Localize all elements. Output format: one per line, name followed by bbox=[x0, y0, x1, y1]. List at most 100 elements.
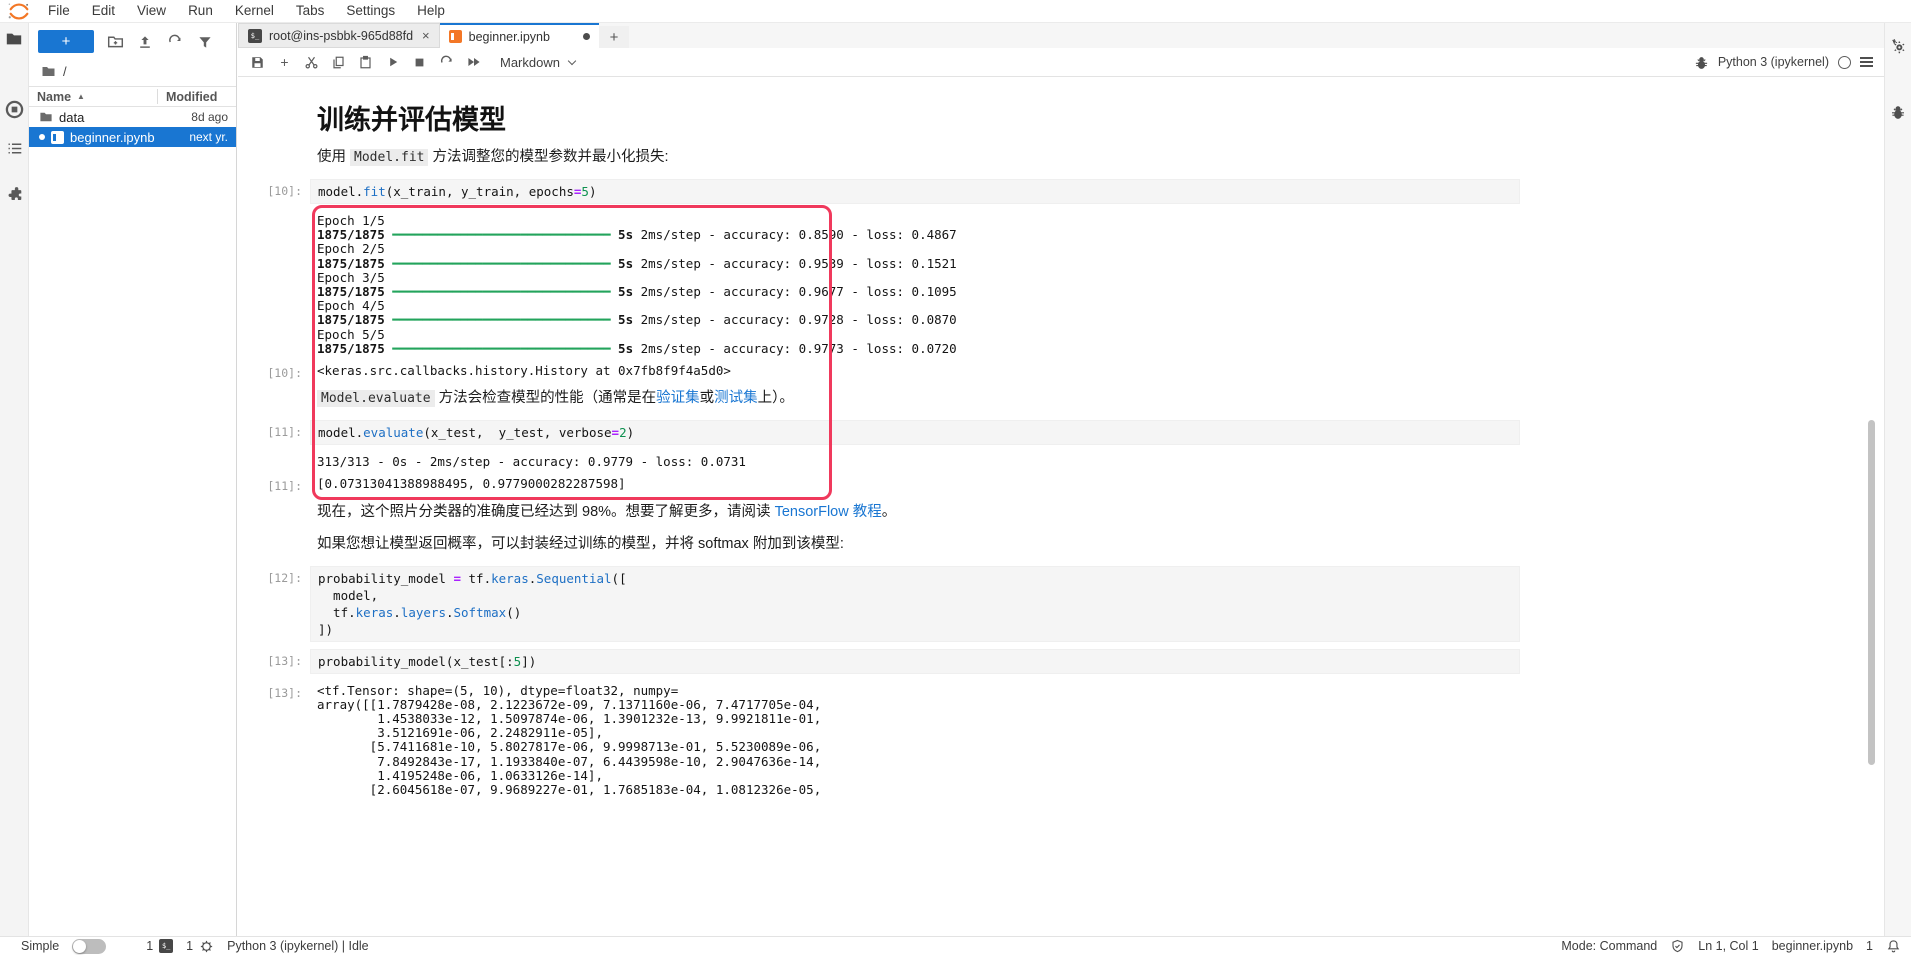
tab-terminal[interactable]: $_ root@ins-psbbk-965d88fd × bbox=[238, 23, 440, 48]
text-run bbox=[611, 284, 619, 299]
stop-kernel-icon[interactable] bbox=[407, 50, 432, 74]
simple-mode-toggle[interactable] bbox=[72, 939, 106, 954]
menu-item-help[interactable]: Help bbox=[406, 0, 456, 23]
column-modified[interactable]: Modified bbox=[166, 90, 228, 104]
file-name: beginner.ipynb bbox=[70, 130, 166, 145]
restart-run-all-icon[interactable] bbox=[461, 50, 486, 74]
cell-code-body[interactable]: probability_model(x_test[:5]) bbox=[310, 649, 1520, 674]
cell-prompt bbox=[246, 92, 302, 97]
upload-icon[interactable] bbox=[136, 33, 154, 51]
column-name[interactable]: Name▲ bbox=[37, 90, 157, 104]
close-icon[interactable]: × bbox=[422, 28, 430, 43]
copy-cell-icon[interactable] bbox=[326, 50, 351, 74]
text-run: ([ bbox=[612, 571, 627, 586]
cut-cell-icon[interactable] bbox=[299, 50, 324, 74]
filter-icon[interactable] bbox=[196, 33, 214, 51]
menu-item-view[interactable]: View bbox=[126, 0, 177, 23]
file-row-data[interactable]: data 8d ago bbox=[29, 107, 236, 127]
terminal-icon[interactable]: $_ bbox=[159, 939, 173, 953]
text-run: Sequential bbox=[536, 571, 611, 586]
file-browser-icon[interactable] bbox=[5, 29, 24, 48]
property-inspector-icon[interactable] bbox=[1888, 35, 1908, 57]
table-of-contents-icon[interactable] bbox=[5, 139, 24, 158]
trust-shield-icon[interactable] bbox=[1670, 939, 1685, 954]
kernel-status-icon[interactable] bbox=[1838, 56, 1851, 69]
kernel-name[interactable]: Python 3 (ipykernel) bbox=[1718, 55, 1829, 69]
new-launcher-button[interactable]: + bbox=[38, 30, 94, 53]
column-divider[interactable] bbox=[157, 89, 158, 104]
unsaved-dot-icon bbox=[39, 134, 45, 140]
terminal-count: 1 bbox=[146, 939, 153, 953]
text-run: 7.8492843e-17, 1.1933840e-07, 6.4439598e… bbox=[317, 754, 821, 769]
cell-type-dropdown[interactable]: Markdown bbox=[500, 55, 575, 70]
run-cell-icon[interactable] bbox=[380, 50, 405, 74]
file-browser-toolbar: + bbox=[29, 23, 236, 59]
breadcrumb-root[interactable]: / bbox=[63, 64, 67, 79]
extension-manager-icon[interactable] bbox=[5, 184, 24, 203]
cell-prompt bbox=[246, 498, 302, 503]
breadcrumb[interactable]: / bbox=[29, 59, 236, 86]
text-run: [2.6045618e-07, 9.9689227e-01, 1.7685183… bbox=[317, 782, 821, 797]
refresh-icon[interactable] bbox=[166, 33, 184, 51]
text-run: ━━━━━━━━━━━━━━━━━━━━━━━━━━━━━ bbox=[392, 312, 610, 327]
text-run: model. bbox=[318, 184, 363, 199]
cell-md: Model.evaluate 方法会检查模型的性能（通常是在验证集或测试集上）。 bbox=[246, 384, 1884, 413]
cell-result: [11]:[0.07313041388988495, 0.97790002822… bbox=[246, 474, 1884, 494]
text-run: 5s bbox=[618, 256, 633, 271]
cell-prompt bbox=[246, 530, 302, 535]
toolbar-menu-icon[interactable] bbox=[1860, 57, 1873, 67]
tab-notebook[interactable]: beginner.ipynb bbox=[440, 23, 599, 48]
text-run: 1875/1875 bbox=[317, 341, 385, 356]
debugger-icon[interactable] bbox=[1694, 55, 1709, 70]
md-link[interactable]: 测试集 bbox=[714, 390, 758, 406]
menu-item-edit[interactable]: Edit bbox=[81, 0, 126, 23]
text-run: Epoch 1/5 bbox=[317, 213, 385, 228]
text-run: 313/313 - 0s - 2ms/step - accuracy: 0.97… bbox=[317, 454, 746, 469]
unsaved-dot-icon bbox=[583, 33, 590, 40]
text-run: ━━━━━━━━━━━━━━━━━━━━━━━━━━━━━ bbox=[392, 256, 610, 271]
kernel-sessions-icon[interactable] bbox=[199, 939, 214, 954]
bell-icon[interactable] bbox=[1886, 939, 1901, 954]
md-link[interactable]: 验证集 bbox=[656, 390, 700, 406]
menu-item-settings[interactable]: Settings bbox=[335, 0, 406, 23]
menu-item-kernel[interactable]: Kernel bbox=[224, 0, 285, 23]
paste-cell-icon[interactable] bbox=[353, 50, 378, 74]
menu-item-file[interactable]: File bbox=[37, 0, 81, 23]
tab-label: root@ins-psbbk-965d88fd bbox=[269, 29, 413, 43]
add-cell-icon[interactable]: + bbox=[272, 50, 297, 74]
menu-item-tabs[interactable]: Tabs bbox=[285, 0, 336, 23]
debugger-panel-icon[interactable] bbox=[1888, 101, 1908, 123]
jupyter-logo-icon bbox=[7, 2, 31, 21]
cell-prompt: [11]: bbox=[246, 474, 302, 493]
restart-kernel-icon[interactable] bbox=[434, 50, 459, 74]
text-run: 方法会检查模型的性能（通常是在 bbox=[435, 390, 657, 406]
new-folder-icon[interactable] bbox=[106, 33, 124, 51]
active-filename[interactable]: beginner.ipynb bbox=[1772, 939, 1853, 953]
file-row-notebook[interactable]: beginner.ipynb next yr. bbox=[29, 127, 236, 147]
cell-code-body[interactable]: model.evaluate(x_test, y_test, verbose=2… bbox=[310, 420, 1520, 445]
kernel-status-text[interactable]: Python 3 (ipykernel) | Idle bbox=[227, 939, 369, 953]
annotation-region: Epoch 1/5 1875/1875 ━━━━━━━━━━━━━━━━━━━━━… bbox=[246, 211, 1884, 495]
text-run: ]) bbox=[521, 654, 536, 669]
md-link[interactable]: TensorFlow 教程 bbox=[775, 504, 882, 520]
running-kernels-icon[interactable] bbox=[5, 100, 24, 119]
text-run: ]) bbox=[318, 622, 333, 637]
menu-item-run[interactable]: Run bbox=[177, 0, 224, 23]
text-run: Epoch 5/5 bbox=[317, 327, 385, 342]
new-tab-button[interactable]: + bbox=[599, 26, 629, 48]
cursor-position[interactable]: Ln 1, Col 1 bbox=[1698, 939, 1758, 953]
cell-result-body: <tf.Tensor: shape=(5, 10), dtype=float32… bbox=[310, 681, 828, 801]
cell-prompt bbox=[246, 384, 302, 389]
menu-bar: FileEditViewRunKernelTabsSettingsHelp bbox=[0, 0, 1911, 23]
cell-code-body[interactable]: model.fit(x_train, y_train, epochs=5) bbox=[310, 179, 1520, 204]
text-run: fit bbox=[363, 184, 386, 199]
file-modified: 8d ago bbox=[172, 110, 228, 124]
mode-indicator[interactable]: Mode: Command bbox=[1561, 939, 1657, 953]
text-run: 1.4538033e-12, 1.5097874e-06, 1.3901232e… bbox=[317, 711, 821, 726]
cell-code-body[interactable]: probability_model = tf.keras.Sequential(… bbox=[310, 566, 1520, 642]
cell-prompt: [10]: bbox=[246, 179, 302, 198]
save-icon[interactable] bbox=[245, 50, 270, 74]
text-run: Epoch 4/5 bbox=[317, 298, 385, 313]
text-run: 1.4195248e-06, 1.0633126e-14], bbox=[317, 768, 603, 783]
right-sidebar bbox=[1884, 23, 1911, 936]
